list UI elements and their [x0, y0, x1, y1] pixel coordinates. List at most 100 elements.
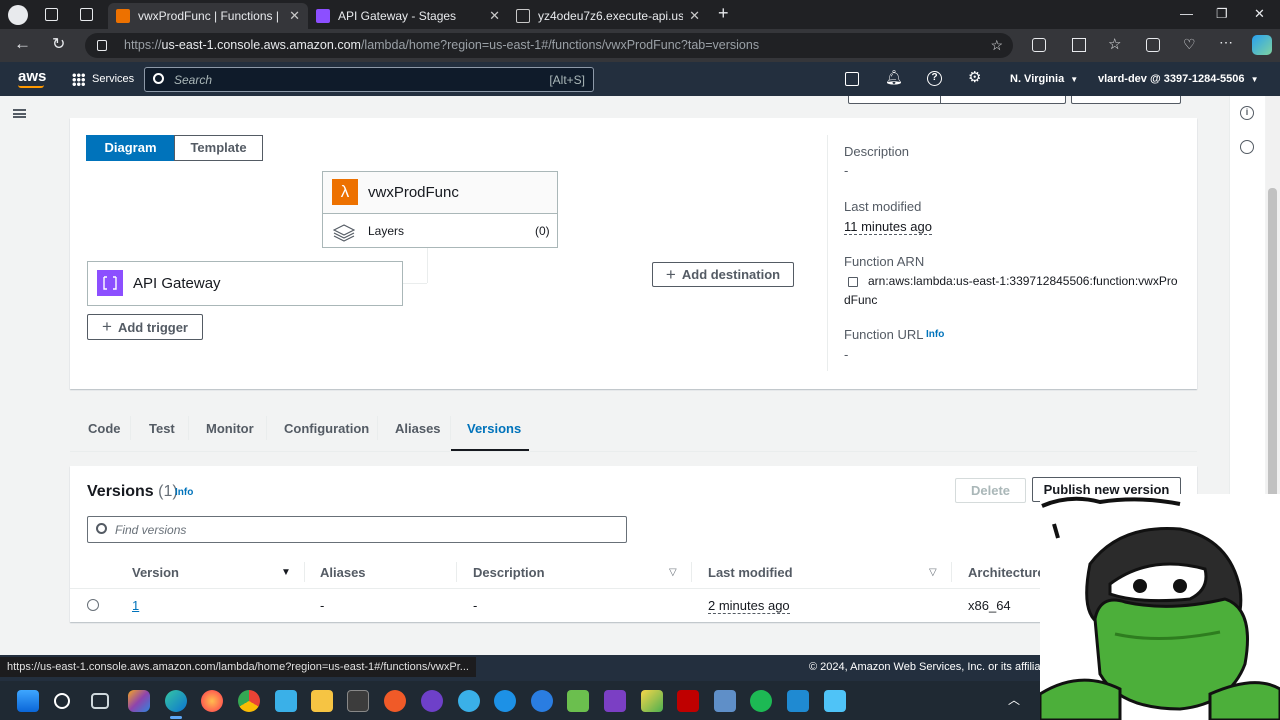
app-icon-orange[interactable]	[384, 690, 406, 712]
scrollbar-thumb[interactable]	[1268, 188, 1277, 508]
feedback-icon[interactable]	[1240, 140, 1254, 154]
help-icon[interactable]: ?	[927, 71, 942, 86]
store-icon[interactable]	[275, 690, 297, 712]
tab-configuration[interactable]: Configuration	[284, 421, 369, 436]
github-desktop-icon[interactable]	[421, 690, 443, 712]
console-search[interactable]: Search [Alt+S]	[144, 67, 594, 92]
new-tab-icon[interactable]: +	[718, 3, 729, 24]
docker-icon[interactable]	[494, 690, 516, 712]
layers-label[interactable]: Layers	[368, 224, 404, 238]
back-icon[interactable]: ←	[14, 34, 31, 54]
collections-icon[interactable]	[1146, 38, 1160, 52]
sort-icon[interactable]: ▽	[669, 567, 677, 578]
tab-code[interactable]: Code	[88, 421, 121, 436]
firefox-icon[interactable]	[201, 690, 223, 712]
services-grid-icon[interactable]	[72, 73, 85, 86]
region-selector[interactable]: N. Virginia ▼	[1010, 73, 1078, 85]
copilot-app-icon[interactable]	[128, 690, 150, 712]
filezilla-icon[interactable]	[677, 690, 699, 712]
settings-gear-icon[interactable]: ⚙	[968, 68, 981, 86]
trigger-node-api-gateway[interactable]: API Gateway	[87, 261, 403, 306]
app-icon-blue-pin[interactable]	[458, 690, 480, 712]
find-versions-input[interactable]: Find versions	[87, 516, 627, 543]
aws-logo[interactable]: aws	[18, 68, 46, 85]
row-last-modified[interactable]: 2 minutes ago	[708, 598, 790, 614]
column-divider	[827, 135, 828, 371]
maximize-icon[interactable]: ❐	[1216, 6, 1228, 22]
info-panel-icon[interactable]: i	[1240, 106, 1254, 120]
browser-essentials-icon[interactable]: ♡	[1183, 36, 1196, 53]
search-icon[interactable]	[54, 693, 70, 709]
region-label: N. Virginia	[1010, 73, 1065, 85]
delete-version-button[interactable]: Delete	[955, 478, 1026, 503]
services-menu[interactable]: Services	[92, 73, 134, 85]
spotify-icon[interactable]	[750, 690, 772, 712]
cloudshell-icon[interactable]	[845, 72, 859, 86]
tab-aliases[interactable]: Aliases	[395, 421, 441, 436]
notifications-bell-icon[interactable]: 🔔︎	[885, 69, 903, 86]
start-icon[interactable]	[17, 690, 39, 712]
browser-tab-lambda[interactable]: vwxProdFunc | Functions | Lambda ✕	[108, 3, 308, 29]
versions-info-link[interactable]: Info	[175, 487, 193, 498]
visual-studio-icon[interactable]	[604, 690, 626, 712]
photos-icon[interactable]	[714, 690, 736, 712]
copilot-icon[interactable]	[1252, 35, 1272, 55]
sort-icon[interactable]: ▽	[929, 567, 937, 578]
last-modified-value[interactable]: 11 minutes ago	[844, 219, 932, 235]
task-view-icon[interactable]	[91, 693, 109, 709]
site-info-icon[interactable]	[97, 40, 107, 51]
template-tab-button[interactable]: Template	[174, 135, 263, 161]
function-url-info-link[interactable]: Info	[926, 329, 944, 340]
app-icon-compass[interactable]	[531, 690, 553, 712]
split-screen-icon[interactable]	[1072, 38, 1086, 52]
table-row[interactable]: 1 - - 2 minutes ago x86_64	[70, 589, 1197, 622]
tab-test[interactable]: Test	[149, 421, 175, 436]
browser-tab-api-gateway[interactable]: API Gateway - Stages ✕	[308, 3, 508, 29]
tab-actions-icon[interactable]	[80, 8, 93, 21]
close-window-icon[interactable]: ✕	[1254, 6, 1265, 22]
minimize-icon[interactable]: —	[1180, 6, 1193, 21]
app-icon-tiles[interactable]	[641, 690, 663, 712]
refresh-icon[interactable]: ↻	[52, 34, 65, 54]
add-destination-button[interactable]: + Add destination	[652, 262, 794, 287]
file-explorer-icon[interactable]	[311, 690, 333, 712]
close-tab-icon[interactable]: ✕	[689, 8, 700, 24]
function-node[interactable]: λ vwxProdFunc Layers (0)	[322, 171, 558, 248]
address-row: ← ↻ https://us-east-1.console.aws.amazon…	[0, 29, 1280, 62]
favorites-icon[interactable]: ☆	[1108, 35, 1121, 53]
tab-monitor[interactable]: Monitor	[206, 421, 254, 436]
url-bar[interactable]: https://us-east-1.console.aws.amazon.com…	[85, 33, 1013, 58]
header-button-partial[interactable]	[1071, 96, 1181, 104]
close-tab-icon[interactable]: ✕	[489, 8, 500, 24]
version-link[interactable]: 1	[132, 598, 139, 613]
edge-icon[interactable]	[165, 690, 187, 712]
terminal-icon[interactable]	[347, 690, 369, 712]
function-url-label: Function URL	[844, 327, 924, 342]
favorite-star-icon[interactable]: ☆	[990, 33, 1003, 58]
tab-versions[interactable]: Versions	[467, 421, 521, 436]
workspaces-icon[interactable]	[45, 8, 58, 21]
notepad-icon[interactable]	[824, 690, 846, 712]
chrome-icon[interactable]	[238, 690, 260, 712]
settings-more-icon[interactable]: ⋯	[1219, 34, 1233, 51]
vscode-icon[interactable]	[787, 690, 809, 712]
column-separator	[951, 562, 952, 582]
sort-descending-icon[interactable]: ▼	[281, 567, 291, 578]
browser-tab-execute-api[interactable]: yz4odeu7z6.execute-api.us-east-1 ✕	[508, 3, 708, 29]
row-select-radio[interactable]	[87, 599, 99, 611]
diagram-tab-button[interactable]: Diagram	[86, 135, 175, 161]
column-header-description[interactable]: Description	[473, 565, 545, 580]
app-icon-green-box[interactable]	[567, 690, 589, 712]
extensions-icon[interactable]	[1032, 38, 1046, 52]
add-trigger-button[interactable]: + Add trigger	[87, 314, 203, 340]
close-tab-icon[interactable]: ✕	[289, 8, 300, 24]
copy-arn-icon[interactable]	[848, 277, 858, 287]
header-button-partial[interactable]	[848, 96, 1066, 104]
system-tray-chevron-icon[interactable]: ︿	[1008, 691, 1020, 708]
column-header-aliases[interactable]: Aliases	[320, 565, 366, 580]
column-header-last-modified[interactable]: Last modified	[708, 565, 793, 580]
column-header-version[interactable]: Version	[132, 565, 179, 580]
column-header-architecture[interactable]: Architecture	[968, 565, 1045, 580]
account-menu[interactable]: vlard-dev @ 3397-1284-5506 ▼	[1098, 73, 1258, 85]
profile-icon[interactable]	[8, 5, 28, 25]
